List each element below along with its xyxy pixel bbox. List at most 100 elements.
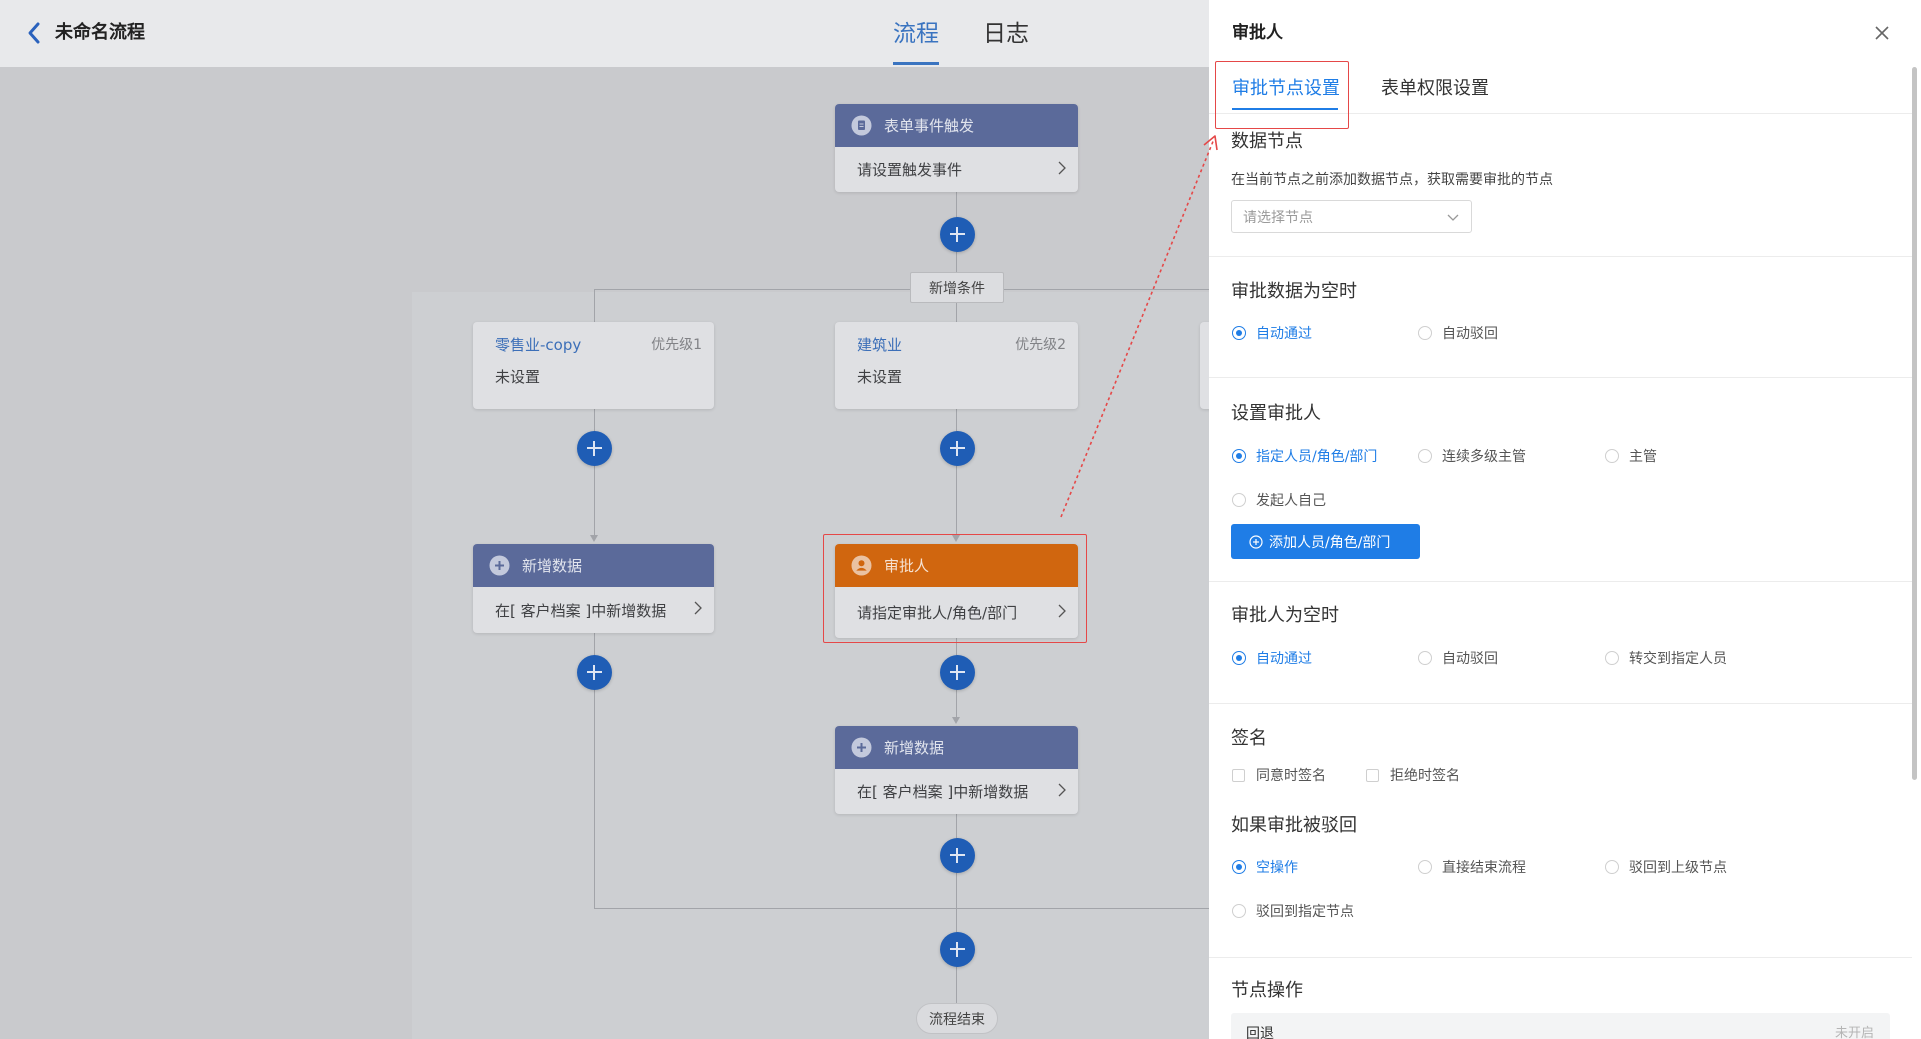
add-node-button[interactable] xyxy=(576,430,612,466)
radio-label: 空操作 xyxy=(1256,860,1298,876)
close-icon[interactable] xyxy=(1873,24,1891,42)
add-condition-button[interactable]: 新增条件 xyxy=(910,272,1004,303)
add-node-button[interactable] xyxy=(939,654,975,690)
add-node-button[interactable] xyxy=(939,931,975,967)
tab-log[interactable]: 日志 xyxy=(983,20,1029,48)
tab-form-permissions[interactable]: 表单权限设置 xyxy=(1381,78,1489,100)
radio-circle xyxy=(1232,493,1246,507)
section-title-empty-data: 审批数据为空时 xyxy=(1231,281,1357,302)
data-node-select[interactable]: 请选择节点 xyxy=(1231,200,1472,233)
radio-rejected-no-op[interactable]: 空操作 xyxy=(1232,859,1298,876)
radio-empty-data-auto-reject[interactable]: 自动驳回 xyxy=(1418,325,1498,342)
radio-circle xyxy=(1605,449,1619,463)
add-node-button[interactable] xyxy=(939,837,975,873)
condition-card-construction[interactable]: 建筑业 优先级2 未设置 xyxy=(835,322,1078,409)
merge-line xyxy=(594,908,1209,909)
radio-circle xyxy=(1418,651,1432,665)
trigger-node[interactable]: 表单事件触发 请设置触发事件 xyxy=(835,104,1078,192)
tab-highlight xyxy=(1215,61,1349,129)
radio-circle xyxy=(1232,860,1246,874)
document-icon xyxy=(851,115,872,136)
radio-circle xyxy=(1418,326,1432,340)
add-data-node-center[interactable]: 新增数据 在[ 客户档案 ]中新增数据 xyxy=(835,726,1078,814)
add-node-button[interactable] xyxy=(576,654,612,690)
add-data-node-left[interactable]: 新增数据 在[ 客户档案 ]中新增数据 xyxy=(473,544,714,633)
drawer-title: 审批人 xyxy=(1232,23,1283,43)
add-approver-button[interactable]: 添加人员/角色/部门 xyxy=(1231,524,1420,559)
trigger-node-header: 表单事件触发 xyxy=(835,104,1078,147)
add-data-node-title: 新增数据 xyxy=(522,557,583,575)
add-node-button[interactable] xyxy=(939,216,975,252)
checkbox-box xyxy=(1232,768,1245,782)
radio-label: 连续多级主管 xyxy=(1442,449,1526,465)
approver-settings-drawer: 审批人 审批节点设置 表单权限设置 数据节点 在当前节点之前添加数据节点，获取需… xyxy=(1209,0,1921,1039)
radio-circle xyxy=(1232,449,1246,463)
section-divider xyxy=(1209,256,1912,257)
section-title-data-node: 数据节点 xyxy=(1231,131,1303,152)
radio-label: 自动驳回 xyxy=(1442,651,1498,667)
plus-circle-icon xyxy=(489,555,510,576)
radio-empty-data-auto-pass[interactable]: 自动通过 xyxy=(1232,325,1312,342)
add-node-button[interactable] xyxy=(939,430,975,466)
checkbox-sign-on-agree[interactable]: 同意时签名 xyxy=(1232,767,1326,784)
connector-line xyxy=(594,289,595,322)
arrow-down-icon xyxy=(952,717,960,724)
connector-line xyxy=(594,409,595,537)
add-data-node-text: 在[ 客户档案 ]中新增数据 xyxy=(857,783,1029,801)
radio-empty-approver-auto-pass[interactable]: 自动通过 xyxy=(1232,650,1312,667)
section-divider xyxy=(1209,957,1912,958)
radio-label: 发起人自己 xyxy=(1256,493,1326,509)
radio-approver-initiator[interactable]: 发起人自己 xyxy=(1232,492,1326,509)
section-title-signature: 签名 xyxy=(1231,728,1267,749)
radio-circle xyxy=(1232,326,1246,340)
radio-empty-approver-transfer[interactable]: 转交到指定人员 xyxy=(1605,650,1727,667)
section-divider xyxy=(1209,581,1912,582)
connector-line xyxy=(956,303,957,322)
add-data-node-body[interactable]: 在[ 客户档案 ]中新增数据 xyxy=(835,769,1078,814)
flow-end-pill: 流程结束 xyxy=(916,1003,998,1034)
radio-rejected-specified-node[interactable]: 驳回到指定节点 xyxy=(1232,903,1354,920)
tab-flow[interactable]: 流程 xyxy=(893,20,939,48)
condition-card-retail[interactable]: 零售业-copy 优先级1 未设置 xyxy=(473,322,714,409)
top-bar: 未命名流程 流程 日志 xyxy=(0,0,1209,67)
add-data-node-header: 新增数据 xyxy=(835,726,1078,769)
radio-label: 直接结束流程 xyxy=(1442,860,1526,876)
arrow-down-icon xyxy=(590,535,598,542)
radio-empty-approver-auto-reject[interactable]: 自动驳回 xyxy=(1418,650,1498,667)
radio-label: 自动驳回 xyxy=(1442,326,1498,342)
add-data-node-title: 新增数据 xyxy=(884,739,945,757)
radio-approver-multi-level[interactable]: 连续多级主管 xyxy=(1418,448,1526,465)
radio-label: 主管 xyxy=(1629,449,1657,465)
add-approver-label: 添加人员/角色/部门 xyxy=(1269,534,1391,551)
radio-rejected-previous-node[interactable]: 驳回到上级节点 xyxy=(1605,859,1727,876)
add-data-node-header: 新增数据 xyxy=(473,544,714,587)
radio-circle xyxy=(1232,904,1246,918)
add-data-node-text: 在[ 客户档案 ]中新增数据 xyxy=(495,601,667,620)
approver-node-highlight xyxy=(823,534,1087,643)
radio-label: 转交到指定人员 xyxy=(1629,651,1727,667)
add-data-node-body[interactable]: 在[ 客户档案 ]中新增数据 xyxy=(473,587,714,633)
flow-title: 未命名流程 xyxy=(55,22,145,43)
radio-circle xyxy=(1418,449,1432,463)
radio-circle xyxy=(1605,651,1619,665)
condition-priority: 优先级1 xyxy=(651,337,702,353)
node-op-label: 回退 xyxy=(1246,1026,1274,1039)
chevron-down-icon xyxy=(1447,207,1459,226)
select-placeholder: 请选择节点 xyxy=(1243,209,1313,226)
trigger-node-body[interactable]: 请设置触发事件 xyxy=(835,147,1078,192)
drawer-scrollbar[interactable] xyxy=(1912,67,1917,780)
back-chevron-left-icon[interactable] xyxy=(26,21,42,45)
checkbox-sign-on-reject[interactable]: 拒绝时签名 xyxy=(1366,767,1460,784)
radio-approver-specified[interactable]: 指定人员/角色/部门 xyxy=(1232,448,1377,465)
radio-approver-supervisor[interactable]: 主管 xyxy=(1605,448,1657,465)
node-op-row-rollback[interactable]: 回退 未开启 xyxy=(1231,1013,1890,1039)
condition-status: 未设置 xyxy=(495,368,541,386)
radio-circle xyxy=(1605,860,1619,874)
radio-label: 驳回到上级节点 xyxy=(1629,860,1727,876)
checkbox-label: 同意时签名 xyxy=(1256,768,1326,784)
plus-circle-icon xyxy=(851,737,872,758)
radio-circle xyxy=(1418,860,1432,874)
branch-line xyxy=(594,289,1209,290)
radio-circle xyxy=(1232,651,1246,665)
radio-rejected-end-flow[interactable]: 直接结束流程 xyxy=(1418,859,1526,876)
